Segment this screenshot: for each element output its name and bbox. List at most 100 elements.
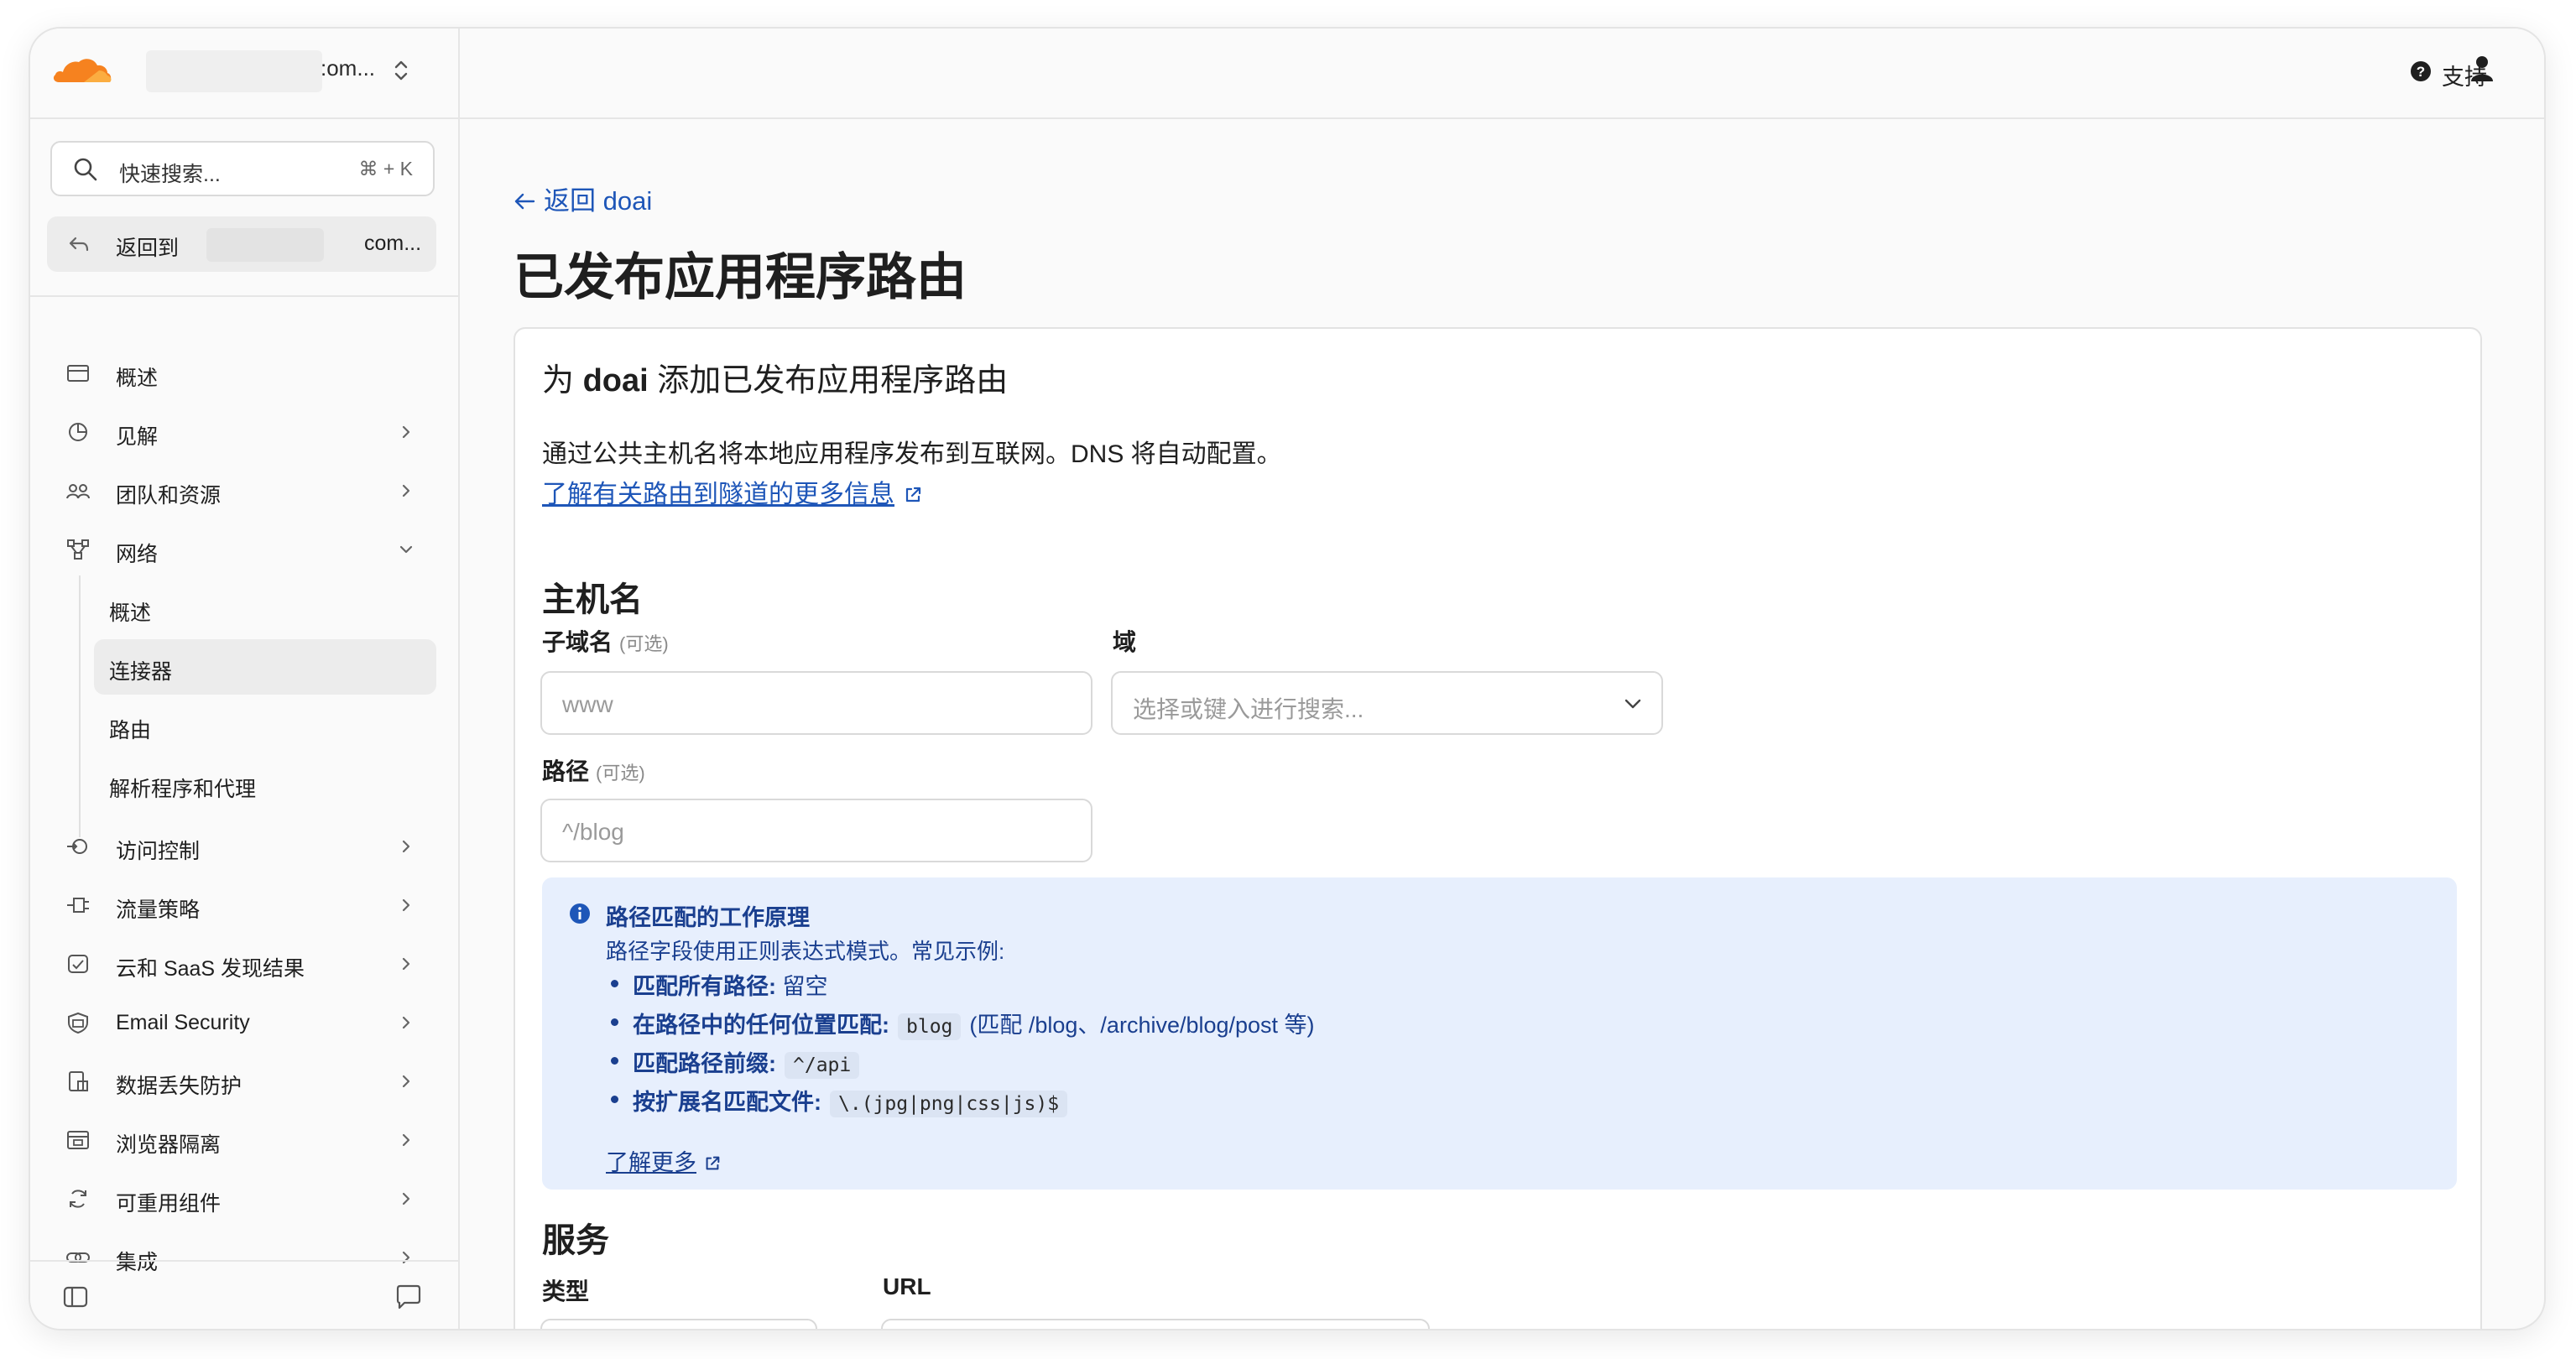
sidebar-divider <box>30 295 458 297</box>
chevron-right-icon <box>402 1192 410 1205</box>
chevron-right-icon <box>402 484 410 497</box>
collapse-sidebar-icon[interactable] <box>62 1285 89 1309</box>
feedback-chat-icon[interactable] <box>394 1284 423 1310</box>
path-matching-info-box: 路径匹配的工作原理 路径字段使用正则表达式模式。常见示例: 匹配所有路径: 留空… <box>542 877 2457 1190</box>
list-item: 在路径中的任何位置匹配: blog (匹配 /blog、/archive/blog/… <box>611 1007 1315 1045</box>
sidebar-subitem-label: 解析程序和代理 <box>109 778 257 801</box>
account-name-redacted <box>206 228 324 262</box>
path-label: 路径 (可选) <box>542 753 645 787</box>
chevron-right-icon <box>402 840 410 853</box>
sidebar-item-email-security[interactable]: Email Security <box>47 997 436 1049</box>
sidebar-item-overview[interactable]: 概述 <box>47 347 436 399</box>
route-form-card: 为 doai 添加已发布应用程序路由 通过公共主机名将本地应用程序发布到互联网。… <box>514 327 2482 1329</box>
quick-search-input[interactable]: 快速搜索... ⌘ + K <box>50 141 435 196</box>
sidebar-item-dlp[interactable]: 数据丢失防护 <box>47 1055 436 1107</box>
optional-hint: (可选) <box>619 633 669 654</box>
svg-text:?: ? <box>2417 64 2425 80</box>
sidebar-item-network[interactable]: 网络 <box>47 523 436 575</box>
example-code: \.(jpg|png|css|js)$ <box>830 1091 1068 1117</box>
network-icon <box>67 539 89 560</box>
back-to-account-button[interactable]: 返回到 com... <box>47 216 436 272</box>
example-label: 在路径中的任何位置匹配: <box>633 1013 889 1038</box>
top-bar: ? 支持 <box>460 29 2544 119</box>
chevron-down-icon <box>399 545 413 554</box>
search-shortcut: ⌘ + K <box>358 158 413 180</box>
info-learn-more-label: 了解更多 <box>606 1150 696 1175</box>
sidebar-item-cloud-saas[interactable]: 云和 SaaS 发现结果 <box>47 938 436 990</box>
sidebar-item-reusable-components[interactable]: 可重用组件 <box>47 1173 436 1225</box>
chevron-right-icon <box>402 1075 410 1088</box>
example-label: 匹配所有路径: <box>633 974 776 999</box>
path-input[interactable]: ^/blog <box>540 799 1092 862</box>
card-description: 通过公共主机名将本地应用程序发布到互联网。DNS 将自动配置。 <box>542 440 1282 468</box>
info-title: 路径匹配的工作原理 <box>606 905 810 930</box>
sidebar-item-insights[interactable]: 见解 <box>47 406 436 458</box>
back-to-label: 返回到 <box>116 237 180 260</box>
overview-icon <box>67 365 89 382</box>
path-label-text: 路径 <box>542 758 590 784</box>
service-url-input[interactable] <box>881 1319 1430 1329</box>
chevron-up-down-icon[interactable] <box>393 55 409 86</box>
external-link-icon <box>706 1156 720 1170</box>
account-name[interactable]: :om... <box>321 55 375 81</box>
help-icon: ? <box>2411 61 2431 81</box>
email-security-icon <box>68 1012 88 1034</box>
back-to-doai-link[interactable]: 返回 doai <box>514 180 652 217</box>
sidebar-item-access-control[interactable]: 访问控制 <box>47 820 436 872</box>
cloud-saas-icon <box>68 955 88 973</box>
list-item: 匹配路径前缀: ^/api <box>611 1045 1315 1084</box>
learn-more-routing-link[interactable]: 了解有关路由到隧道的更多信息 <box>542 473 923 510</box>
info-learn-more-link[interactable]: 了解更多 <box>606 1144 722 1177</box>
sidebar-item-traffic-policy[interactable]: 流量策略 <box>47 879 436 931</box>
app-window: :om... 快速搜索... ⌘ + K 返回到 com... 概述 见解 团队… <box>30 29 2544 1329</box>
back-link-label: 返回 doai <box>544 186 653 216</box>
sidebar-item-label: 可重用组件 <box>116 1192 222 1216</box>
hostname-heading: 主机名 <box>542 581 643 618</box>
search-icon <box>74 158 97 181</box>
sidebar: :om... 快速搜索... ⌘ + K 返回到 com... 概述 见解 团队… <box>30 29 460 1329</box>
access-control-icon <box>67 839 87 854</box>
path-placeholder: ^/blog <box>562 819 624 845</box>
back-to-account-name: com... <box>364 232 422 255</box>
example-label: 按扩展名匹配文件: <box>633 1090 821 1115</box>
example-code: blog <box>898 1013 962 1040</box>
card-title-prefix: 为 <box>542 363 583 398</box>
example-label: 匹配路径前缀: <box>633 1051 776 1076</box>
sidebar-item-label: Email Security <box>116 1011 250 1034</box>
service-heading: 服务 <box>542 1222 609 1259</box>
sidebar-item-browser-isolation[interactable]: 浏览器隔离 <box>47 1114 436 1166</box>
undo-arrow-icon <box>69 237 89 252</box>
subdomain-placeholder: www <box>562 691 613 717</box>
insights-icon <box>69 423 87 441</box>
cloudflare-logo-icon[interactable] <box>50 54 114 87</box>
sidebar-subitem-resolvers-proxies[interactable]: 解析程序和代理 <box>94 757 436 812</box>
domain-select[interactable]: 选择或键入进行搜索... <box>1111 671 1663 735</box>
domain-placeholder: 选择或键入进行搜索... <box>1133 696 1364 722</box>
service-type-label: 类型 <box>542 1278 590 1304</box>
sidebar-subitem-label: 概述 <box>109 601 152 625</box>
list-item: 匹配所有路径: 留空 <box>611 968 1315 1007</box>
info-examples-list: 匹配所有路径: 留空 在路径中的任何位置匹配: blog (匹配 /blog、/ar… <box>611 968 1315 1122</box>
sidebar-item-label: 数据丢失防护 <box>116 1075 242 1098</box>
sidebar-subitem-network-overview[interactable]: 概述 <box>94 581 436 636</box>
subdomain-label: 子域名 (可选) <box>542 624 669 658</box>
arrow-left-icon <box>514 193 535 210</box>
user-avatar-icon[interactable] <box>2469 54 2495 84</box>
account-name-redacted <box>146 50 322 92</box>
sidebar-item-label: 流量策略 <box>116 898 201 922</box>
example-value: 留空 <box>782 974 828 999</box>
subdomain-input[interactable]: www <box>540 671 1092 735</box>
example-note: (匹配 /blog、/archive/blog/post 等) <box>969 1013 1315 1038</box>
sidebar-subitem-routes[interactable]: 路由 <box>94 698 436 753</box>
chevron-right-icon <box>402 957 410 971</box>
example-code: ^/api <box>785 1052 860 1079</box>
service-type-select[interactable] <box>540 1319 817 1329</box>
sidebar-item-team-resources[interactable]: 团队和资源 <box>47 465 436 517</box>
sidebar-item-label: 浏览器隔离 <box>116 1133 222 1157</box>
sidebar-subitem-connectors[interactable]: 连接器 <box>94 639 436 695</box>
team-icon <box>66 484 90 499</box>
account-header: :om... <box>30 29 458 119</box>
chevron-right-icon <box>402 898 410 912</box>
info-description: 路径字段使用正则表达式模式。常见示例: <box>606 939 1005 964</box>
sidebar-item-label: 团队和资源 <box>116 484 222 508</box>
